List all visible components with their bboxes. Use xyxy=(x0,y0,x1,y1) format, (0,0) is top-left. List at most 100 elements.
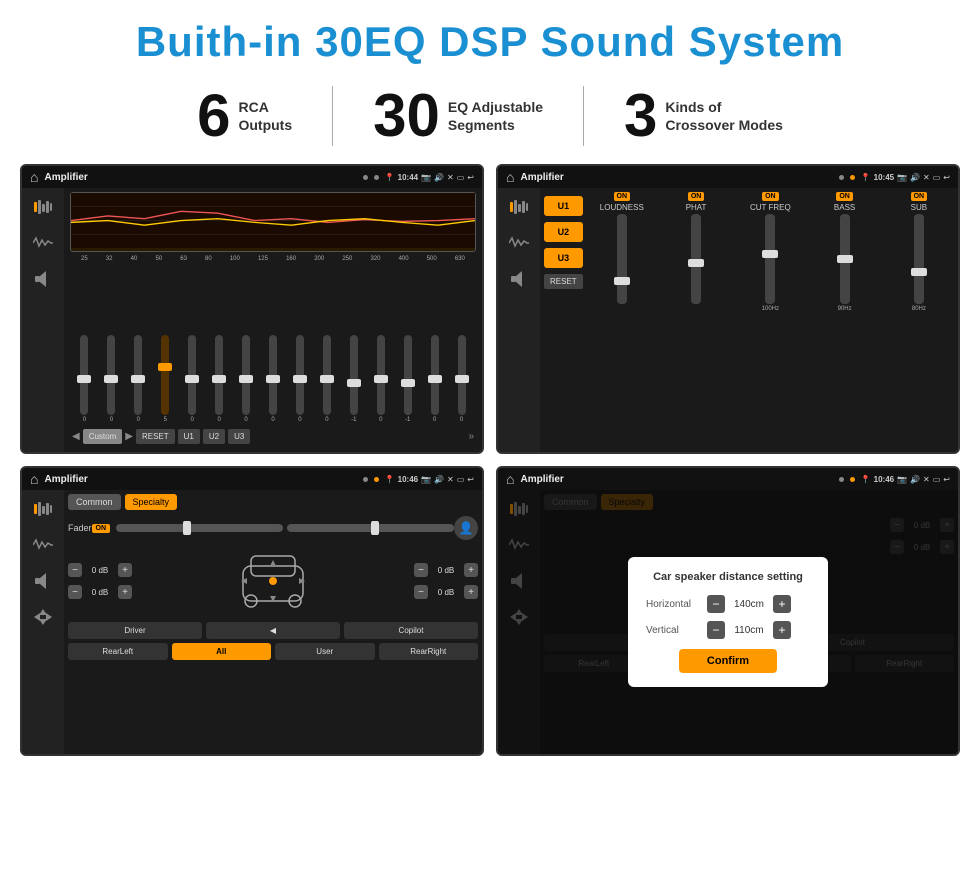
eq-val-0: 0 xyxy=(83,417,86,423)
fader-slider-h2[interactable] xyxy=(287,524,454,532)
eq-track-14[interactable] xyxy=(458,335,466,415)
home-icon-3[interactable]: ⌂ xyxy=(30,471,38,487)
reset-btn-xo[interactable]: RESET xyxy=(544,274,583,289)
arrows-icon-3[interactable] xyxy=(29,606,57,628)
eq-track-9[interactable] xyxy=(323,335,331,415)
horizontal-minus-btn[interactable]: − xyxy=(707,595,725,613)
play-icon[interactable]: ▶ xyxy=(125,431,133,442)
fader-car-area: − 0 dB + − 0 dB + xyxy=(68,546,478,616)
eq-slider-col-14: 0 xyxy=(449,335,474,423)
home-icon-1[interactable]: ⌂ xyxy=(30,169,38,185)
confirm-btn[interactable]: Confirm xyxy=(679,649,777,673)
minus-btn-3[interactable]: − xyxy=(414,563,428,577)
speaker-icon-3[interactable] xyxy=(29,570,57,592)
xo-slider-1[interactable] xyxy=(691,214,701,304)
copilot-btn[interactable]: Copilot xyxy=(344,622,478,639)
wave-icon-3[interactable] xyxy=(29,534,57,556)
eq-track-1[interactable] xyxy=(107,335,115,415)
plus-btn-4[interactable]: + xyxy=(464,585,478,599)
eq-thumb-4 xyxy=(185,375,199,383)
xo-ch-label-4: SUB xyxy=(911,203,927,212)
fader-on-badge: ON xyxy=(92,524,111,533)
fader-slider-h1[interactable] xyxy=(116,524,283,532)
eq-track-2[interactable] xyxy=(134,335,142,415)
u3-preset-btn[interactable]: U3 xyxy=(544,248,583,268)
eq-track-4[interactable] xyxy=(188,335,196,415)
eq-slider-col-12: -1 xyxy=(395,335,420,423)
eq-slider-col-2: 0 xyxy=(126,335,151,423)
wave-icon-2[interactable] xyxy=(505,232,533,254)
xo-slider-2[interactable] xyxy=(765,214,775,304)
status-icons-2: 📍 10:45 📷 🔊 ✕ ▭ ↩ xyxy=(861,173,950,182)
reset-btn-1[interactable]: RESET xyxy=(136,429,175,444)
vertical-minus-btn[interactable]: − xyxy=(707,621,725,639)
eq-track-13[interactable] xyxy=(431,335,439,415)
u1-btn-1[interactable]: U1 xyxy=(178,429,200,444)
stat-label-rca-1: RCA xyxy=(238,98,292,116)
eq-track-10[interactable] xyxy=(350,335,358,415)
status-dot-1 xyxy=(363,175,368,180)
status-dot-3 xyxy=(839,175,844,180)
eq-track-3[interactable] xyxy=(161,335,169,415)
home-icon-4[interactable]: ⌂ xyxy=(506,471,514,487)
eq-icon-1[interactable] xyxy=(29,196,57,218)
eq-val-3: 5 xyxy=(164,417,167,423)
back-icon-1: ↩ xyxy=(467,173,474,182)
horizontal-val: 140cm xyxy=(729,599,769,610)
tab-common[interactable]: Common xyxy=(68,494,121,510)
vertical-stepper: − 110cm + xyxy=(707,621,791,639)
wave-icon-1[interactable] xyxy=(29,232,57,254)
horizontal-plus-btn[interactable]: + xyxy=(773,595,791,613)
eq-track-7[interactable] xyxy=(269,335,277,415)
dialog-row-horizontal: Horizontal − 140cm + xyxy=(646,595,810,613)
xo-slider-4[interactable] xyxy=(914,214,924,304)
prev-icon[interactable]: ◀ xyxy=(72,431,80,442)
speaker-icon-1[interactable] xyxy=(29,268,57,290)
eq-track-0[interactable] xyxy=(80,335,88,415)
fader-right-vols: − 0 dB + − 0 dB + xyxy=(414,563,478,599)
dialog-title: Car speaker distance setting xyxy=(646,571,810,583)
xo-freq-label-2: 100Hz xyxy=(762,306,779,312)
minus-btn-4[interactable]: − xyxy=(414,585,428,599)
all-btn[interactable]: All xyxy=(172,643,272,660)
vertical-plus-btn[interactable]: + xyxy=(773,621,791,639)
xo-slider-3[interactable] xyxy=(840,214,850,304)
u2-btn-1[interactable]: U2 xyxy=(203,429,225,444)
eq-icon-3[interactable] xyxy=(29,498,57,520)
expand-icon[interactable]: » xyxy=(468,431,474,442)
eq-track-6[interactable] xyxy=(242,335,250,415)
eq-track-11[interactable] xyxy=(377,335,385,415)
plus-btn-3[interactable]: + xyxy=(464,563,478,577)
arrow-left-btn[interactable]: ◀ xyxy=(206,622,340,639)
status-icons-3: 📍 10:46 📷 🔊 ✕ ▭ ↩ xyxy=(385,475,474,484)
rearleft-btn[interactable]: RearLeft xyxy=(68,643,168,660)
eq-icon-2[interactable] xyxy=(505,196,533,218)
status-dot-7 xyxy=(839,477,844,482)
tab-specialty[interactable]: Specialty xyxy=(125,494,178,510)
u3-btn-1[interactable]: U3 xyxy=(228,429,250,444)
eq-main: 253240506380100125160200250320400500630 … xyxy=(64,188,482,452)
minus-btn-1[interactable]: − xyxy=(68,563,82,577)
dialog-row-vertical: Vertical − 110cm + xyxy=(646,621,810,639)
xo-ch-label-0: LOUDNESS xyxy=(600,203,644,212)
eq-track-5[interactable] xyxy=(215,335,223,415)
plus-btn-2[interactable]: + xyxy=(118,585,132,599)
eq-track-8[interactable] xyxy=(296,335,304,415)
rearright-btn[interactable]: RearRight xyxy=(379,643,479,660)
eq-val-5: 0 xyxy=(217,417,220,423)
eq-thumb-13 xyxy=(428,375,442,383)
home-icon-2[interactable]: ⌂ xyxy=(506,169,514,185)
xo-slider-0[interactable] xyxy=(617,214,627,304)
location-icon-3: 📍 xyxy=(385,475,395,484)
user-btn-3[interactable]: User xyxy=(275,643,375,660)
fader-label: Fader xyxy=(68,523,92,533)
minus-btn-2[interactable]: − xyxy=(68,585,82,599)
driver-btn[interactable]: Driver xyxy=(68,622,202,639)
u1-preset-btn[interactable]: U1 xyxy=(544,196,583,216)
xo-slider-thumb-1 xyxy=(688,259,704,267)
eq-track-12[interactable] xyxy=(404,335,412,415)
speaker-icon-2[interactable] xyxy=(505,268,533,290)
custom-btn[interactable]: Custom xyxy=(83,429,123,444)
u2-preset-btn[interactable]: U2 xyxy=(544,222,583,242)
plus-btn-1[interactable]: + xyxy=(118,563,132,577)
